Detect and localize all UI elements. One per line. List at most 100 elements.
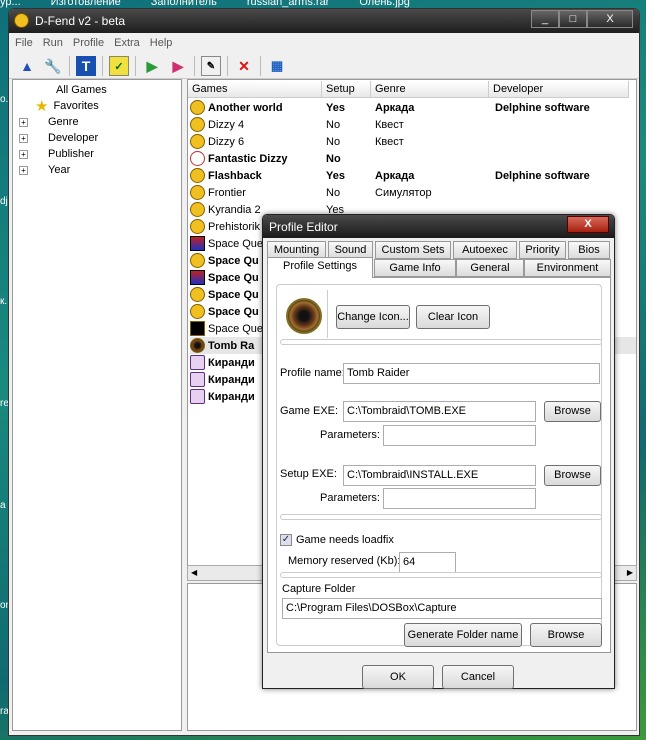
menu-extra[interactable]: Extra [114,37,140,53]
run-game-icon[interactable]: ▶ [142,56,162,76]
edit-profile-icon[interactable]: ✎ [201,56,221,76]
menu-file[interactable]: File [15,37,33,53]
column-games[interactable]: Games [188,81,322,98]
dialog-close-button[interactable]: X [567,216,609,233]
column-developer[interactable]: Developer [489,81,629,98]
capture-folder-label: Capture Folder [282,583,356,595]
icon-frame [282,290,328,338]
game-genre: Аркада [375,169,415,182]
tab-autoexec[interactable]: Autoexec [453,241,517,259]
column-setup[interactable]: Setup [322,81,371,98]
scroll-right-icon[interactable]: ▶ [627,568,633,577]
menu-help[interactable]: Help [150,37,173,53]
game-name: Frontier [208,186,246,199]
loadfix-checkbox[interactable]: ✓ [280,534,292,546]
menu-run[interactable]: Run [43,37,63,53]
setup-parameters-input[interactable] [383,488,536,509]
capture-browse-button[interactable]: Browse [530,623,602,647]
table-row[interactable]: Flashback Yes Аркада Delphine software [190,167,636,184]
game-setup: Yes [326,169,345,182]
game-name: Dizzy 6 [208,135,245,148]
game-icon [190,117,205,132]
maximize-button[interactable]: □ [559,10,587,28]
desktop-label[interactable]: ур... [0,0,21,8]
table-row[interactable]: Another world Yes Аркада Delphine software [190,99,636,116]
column-genre[interactable]: Genre [371,81,489,98]
capture-folder-input[interactable]: C:\Program Files\DOSBox\Capture [282,598,602,619]
template-icon[interactable]: T [76,56,96,76]
setup-exe-label: Setup EXE: [280,468,337,480]
game-icon [190,100,205,115]
expand-icon[interactable]: + [19,133,28,143]
wizard-icon[interactable]: ▲ [17,56,37,76]
tab-priority[interactable]: Priority [519,241,566,259]
tree-item-publisher[interactable]: + Publisher [13,146,94,162]
ok-button[interactable]: OK [362,665,434,689]
tab-bios[interactable]: Bios [568,241,610,259]
window-title: D-Fend v2 - beta [35,14,126,28]
setup-exe-input[interactable]: C:\Tombraid\INSTALL.EXE [343,465,536,486]
minimize-button[interactable]: _ [531,10,559,28]
checklist-icon[interactable]: ✓ [109,56,129,76]
tab-game-info[interactable]: Game Info [374,259,456,277]
game-icon [190,389,205,404]
star-icon: ★ [35,98,49,115]
profile-settings-panel: Change Icon... Clear Icon Profile name: … [267,277,611,653]
game-icon [190,253,205,268]
tab-custom-sets[interactable]: Custom Sets [375,241,451,259]
delete-icon[interactable]: ✕ [234,56,254,76]
tree-item-genre[interactable]: + Genre [13,114,79,130]
desktop-label[interactable]: dj [0,196,8,207]
game-genre: Квест [375,135,404,148]
scroll-left-icon[interactable]: ◀ [191,568,197,577]
memory-input[interactable]: 64 [399,552,456,573]
desktop-label[interactable]: Заполнитель [151,0,217,8]
tree-item-developer[interactable]: + Developer [13,130,98,146]
setup-exe-browse-button[interactable]: Browse [544,465,601,486]
tree-item-year[interactable]: + Year [13,162,70,178]
tab-profile-settings[interactable]: Profile Settings [267,257,373,278]
clear-icon-button[interactable]: Clear Icon [416,305,490,329]
table-row[interactable]: Fantastic Dizzy No [190,150,636,167]
game-genre: Квест [375,118,404,131]
expand-icon[interactable]: + [19,165,28,175]
desktop-label[interactable]: к. [0,296,7,307]
expand-icon[interactable]: + [19,117,28,127]
generate-folder-name-button[interactable]: Generate Folder name [404,623,522,647]
game-icon [190,202,205,217]
table-row[interactable]: Dizzy 6 No Квест [190,133,636,150]
game-genre: Симулятор [375,186,432,199]
change-icon-button[interactable]: Change Icon... [336,305,410,329]
table-row[interactable]: Dizzy 4 No Квест [190,116,636,133]
cancel-button[interactable]: Cancel [442,665,514,689]
game-icon [190,372,205,387]
game-parameters-input[interactable] [383,425,536,446]
close-button[interactable]: X [587,10,633,28]
game-exe-label: Game EXE: [280,405,339,417]
game-icon [190,270,205,285]
tree-item-favorites[interactable]: ★ Favorites [35,98,99,115]
game-exe-input[interactable]: C:\Tombraid\TOMB.EXE [343,401,536,422]
table-row[interactable]: Frontier No Симулятор [190,184,636,201]
tree-item-all-games[interactable]: All Games [56,82,107,98]
expand-icon[interactable]: + [19,149,28,159]
run-setup-icon[interactable]: ▶ [168,56,188,76]
tab-general[interactable]: General [456,259,524,277]
profile-name-label: Profile name: [280,367,345,379]
desktop-label[interactable]: a [0,500,6,511]
desktop-label[interactable]: Изготовление [51,0,121,8]
game-icon [190,321,205,336]
game-icon [190,151,205,166]
profile-name-input[interactable]: Tomb Raider [343,363,600,384]
view-icon[interactable]: ▦ [267,56,287,76]
desktop-label[interactable]: Олень.jpg [359,0,410,8]
game-icon [190,287,205,302]
toolbar: ▲ 🔧 T ✓ ▶ ▶ ✎ ✕ ▦ [9,53,639,79]
memory-label: Memory reserved (Kb): [288,555,401,567]
tab-environment[interactable]: Environment [524,259,611,277]
loadfix-label: Game needs loadfix [296,534,394,546]
menu-profile[interactable]: Profile [73,37,104,53]
desktop-label[interactable]: russian_arms.rar [247,0,330,8]
game-exe-browse-button[interactable]: Browse [544,401,601,422]
wrench-icon[interactable]: 🔧 [43,56,63,76]
